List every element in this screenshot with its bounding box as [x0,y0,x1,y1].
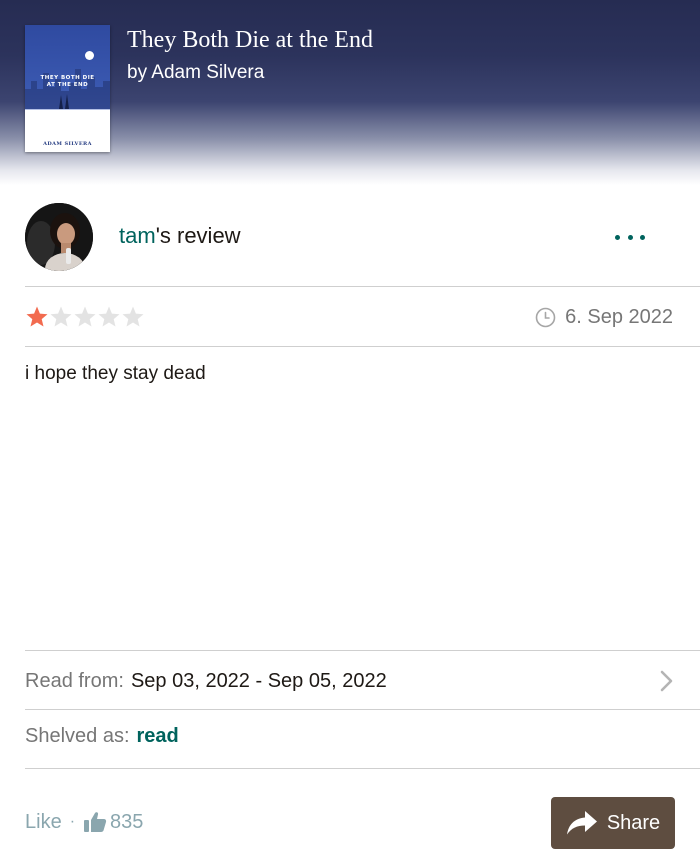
book-author[interactable]: by Adam Silvera [127,62,264,84]
star-icon [50,306,72,327]
review-heading: tam's review [119,223,241,249]
share-arrow-icon [566,811,597,835]
separator-dot: · [69,813,76,830]
shelf-row: Shelved as: read [25,725,179,748]
like-count[interactable]: 835 [110,811,143,834]
shelf-label: Shelved as: [25,725,130,747]
read-dates-row[interactable]: Read from: Sep 03, 2022 - Sep 05, 2022 [25,668,675,694]
clock-icon [535,307,556,328]
like-row: Like · 835 [25,810,143,834]
divider [25,286,700,287]
more-dots-icon [640,234,645,240]
star-icon [26,306,48,327]
star-icon [74,306,96,327]
shelf-link[interactable]: read [137,725,179,747]
divider [25,709,700,710]
review-date-text: 6. Sep 2022 [565,306,673,328]
chevron-right-icon [660,670,673,692]
divider [25,650,700,651]
thumbs-up-icon[interactable] [83,810,107,834]
divider [25,768,700,769]
more-options-button[interactable] [612,226,648,248]
reviewer-name[interactable]: tam [119,223,156,248]
cover-author: ADAM SILVERA [43,141,92,147]
read-dates-value: Sep 03, 2022 - Sep 05, 2022 [130,669,387,692]
avatar-image [25,203,93,271]
more-dots-icon [627,234,633,240]
read-dates-label: Read from: [25,669,124,692]
book-title[interactable]: They Both Die at the End [127,27,373,54]
review-body: i hope they stay dead [25,363,206,384]
share-button[interactable]: Share [551,797,675,849]
star-icon [122,306,144,327]
star-rating [25,305,145,329]
book-cover[interactable]: THEY BOTH DIE AT THE END ADAM SILVERA [25,25,110,152]
review-heading-suffix: 's review [155,223,241,248]
book-header: THEY BOTH DIE AT THE END ADAM SILVERA Th… [0,0,700,185]
like-button[interactable]: Like [25,811,62,834]
star-icon [98,306,120,327]
cover-title: THEY BOTH DIE AT THE END [40,75,95,88]
more-dots-icon [615,234,620,240]
avatar[interactable] [25,203,93,271]
share-label: Share [606,811,661,834]
divider [25,346,700,347]
review-date: 6. Sep 2022 [535,306,673,329]
